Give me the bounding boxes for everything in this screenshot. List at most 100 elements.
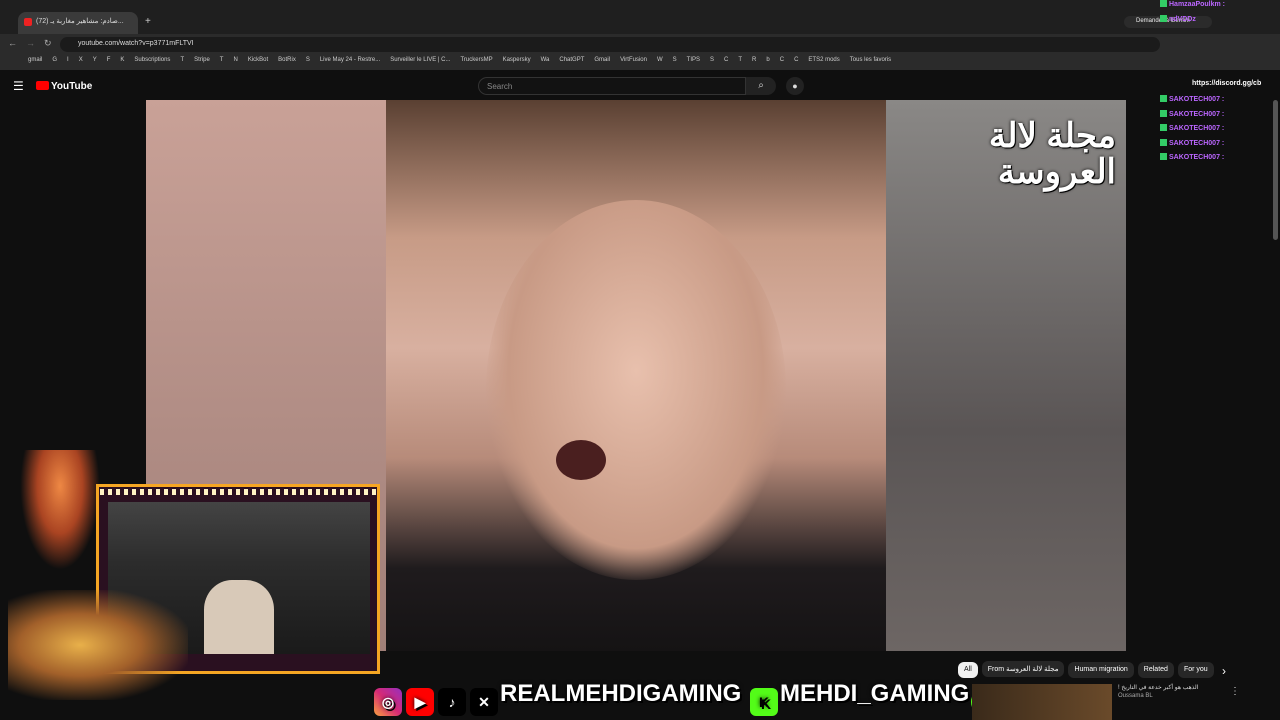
- bookmark-item[interactable]: TruckersMP: [460, 57, 492, 63]
- bookmark-item[interactable]: gmail: [28, 57, 42, 63]
- chat-username: SAKOTECH007 :: [1169, 96, 1225, 103]
- chip-1[interactable]: From مجلة لالة العروسة: [981, 661, 1065, 677]
- mouth-shape: [556, 440, 606, 480]
- bookmark-item[interactable]: T: [220, 57, 224, 63]
- bookmark-item[interactable]: S: [710, 57, 714, 63]
- side-video-title: الذهب هو أكبر خدعة في التاريخ !: [1118, 685, 1199, 691]
- bookmarks-bar: gmail G I X Y F K Subscriptions T Stripe T N KickBot…: [0, 54, 1280, 70]
- chevron-right-icon[interactable]: ›: [1222, 664, 1226, 678]
- kick-icon: K: [750, 688, 778, 716]
- social-banner: ◎▶♪✕REALMEHDIGAMING KMEHDI_GAMING✓: [372, 680, 1000, 720]
- youtube-logo[interactable]: YouTube: [36, 81, 92, 92]
- more-options-icon[interactable]: ⋮: [1230, 686, 1240, 697]
- bookmark-item[interactable]: Subscriptions: [134, 57, 170, 63]
- bookmark-item[interactable]: Gmail: [594, 57, 610, 63]
- chat-username: SAKOTECH007 :: [1169, 110, 1225, 118]
- youtube-play-icon: [36, 81, 49, 90]
- chat-badge-icon: [1160, 124, 1167, 131]
- youtube-icon: ▶: [406, 688, 434, 716]
- chat-badge-icon: [1160, 138, 1167, 146]
- bookmark-item[interactable]: ETS2 mods: [808, 57, 839, 63]
- bookmark-item[interactable]: BotRix: [278, 57, 296, 63]
- bookmark-item[interactable]: VirtFusion: [620, 57, 647, 63]
- side-video-info[interactable]: الذهب هو أكبر خدعة في التاريخ ! Oussama …: [1118, 684, 1228, 699]
- streamer-shape: [204, 580, 274, 654]
- address-bar-row: ← → ↻ youtube.com/watch?v=p3771mFLTVI: [0, 34, 1280, 54]
- chip-2[interactable]: Human migration: [1068, 662, 1134, 678]
- chat-username: SAKOTECH007 :: [1169, 125, 1225, 132]
- bookmark-item[interactable]: TIPS: [687, 57, 700, 63]
- chat-username: SAKOTECH007 :: [1169, 154, 1225, 161]
- menu-icon[interactable]: ☰: [13, 79, 24, 93]
- bookmark-item[interactable]: G: [52, 57, 57, 63]
- chat-badge-icon: [1160, 95, 1167, 102]
- bookmark-item[interactable]: K: [120, 57, 124, 63]
- bookmark-item[interactable]: N: [233, 57, 237, 63]
- bookmark-item[interactable]: b: [766, 57, 769, 63]
- search-icon: ⌕: [758, 80, 764, 91]
- search-input[interactable]: Search: [478, 77, 746, 95]
- banner-handle-2: MEHDI_GAMING: [780, 680, 970, 707]
- money-decoration: [8, 590, 188, 700]
- url-text: youtube.com/watch?v=p3771mFLTVI: [78, 40, 194, 47]
- bookmark-item[interactable]: Kaspersky: [503, 57, 531, 63]
- youtube-header: ☰ YouTube Search ⌕ ●: [0, 70, 1280, 100]
- video-frame: [386, 100, 886, 651]
- new-tab-icon[interactable]: +: [145, 16, 151, 27]
- bookmark-item[interactable]: C: [724, 57, 728, 63]
- bookmark-item[interactable]: KickBot: [248, 57, 268, 63]
- reload-icon[interactable]: ↻: [44, 38, 52, 49]
- chip-4[interactable]: For you: [1177, 662, 1214, 678]
- chat-message: SAKOTECH007 :: [1160, 95, 1280, 110]
- chat-message: SAKOTECH007 :: [1160, 153, 1280, 168]
- bookmark-item[interactable]: Stripe: [194, 57, 210, 63]
- bookmark-item[interactable]: R: [752, 57, 756, 63]
- chat-message: SAKOTECH007 :: [1160, 138, 1280, 154]
- bookmark-item[interactable]: ChatGPT: [559, 57, 584, 63]
- url-field[interactable]: youtube.com/watch?v=p3771mFLTVI: [60, 37, 1160, 52]
- bookmark-item[interactable]: Y: [93, 57, 97, 63]
- bookmark-item[interactable]: T: [738, 57, 742, 63]
- browser-tab[interactable]: (72) صادم: مشاهير مغاربة يـ...: [18, 12, 138, 34]
- bookmark-item[interactable]: I: [67, 57, 69, 63]
- mic-button[interactable]: ●: [786, 77, 804, 95]
- logo-text: YouTube: [51, 81, 93, 92]
- bookmark-item[interactable]: S: [673, 57, 677, 63]
- youtube-favicon-icon: [24, 18, 32, 26]
- bookmark-item[interactable]: Live May 24 - Restre...: [320, 57, 380, 63]
- tab-title: (72) صادم: مشاهير مغاربة يـ...: [36, 18, 124, 25]
- chat-username: SAKOTECH007 :: [1169, 139, 1225, 147]
- chip-0[interactable]: All: [958, 662, 978, 678]
- bookmark-item[interactable]: T: [180, 57, 184, 63]
- bookmark-item[interactable]: C: [780, 57, 784, 63]
- bookmark-item[interactable]: Tous les favoris: [850, 57, 891, 63]
- back-icon[interactable]: ←: [8, 38, 17, 48]
- chat-badge-icon: [1160, 14, 1167, 22]
- bookmark-item[interactable]: W: [657, 57, 663, 63]
- bookmark-item[interactable]: S: [306, 57, 310, 63]
- tiktok-icon: ♪: [438, 688, 466, 716]
- chat-badge-icon: [1160, 0, 1167, 7]
- bookmark-item[interactable]: X: [79, 57, 83, 63]
- search-button[interactable]: ⌕: [746, 77, 776, 95]
- bookmark-item[interactable]: Wa: [541, 57, 550, 63]
- chat-badge-icon: [1160, 153, 1167, 160]
- palm-tree-decoration: [20, 450, 100, 570]
- chat-username: ndVDDz: [1169, 15, 1196, 23]
- banner-handle-1: REALMEHDIGAMING: [500, 680, 742, 707]
- marquee-lights: [100, 489, 376, 495]
- forward-icon[interactable]: →: [26, 38, 35, 48]
- side-video-channel: Oussama BL: [1118, 693, 1153, 699]
- side-video-thumbnail[interactable]: [972, 684, 1112, 720]
- bookmark-item[interactable]: F: [107, 57, 111, 63]
- chat-message: SAKOTECH007 :: [1160, 124, 1280, 139]
- chat-badge-icon: [1160, 109, 1167, 117]
- chat-message: HamzaaPoulkm :: [1160, 0, 1280, 15]
- mic-icon: ●: [792, 81, 798, 91]
- bookmark-item[interactable]: C: [794, 57, 798, 63]
- x-icon: ✕: [470, 688, 498, 716]
- instagram-icon: ◎: [374, 688, 402, 716]
- scrollbar[interactable]: [1273, 100, 1278, 240]
- bookmark-item[interactable]: Surveiller le LIVE | C...: [390, 57, 450, 63]
- chip-3[interactable]: Related: [1137, 662, 1174, 678]
